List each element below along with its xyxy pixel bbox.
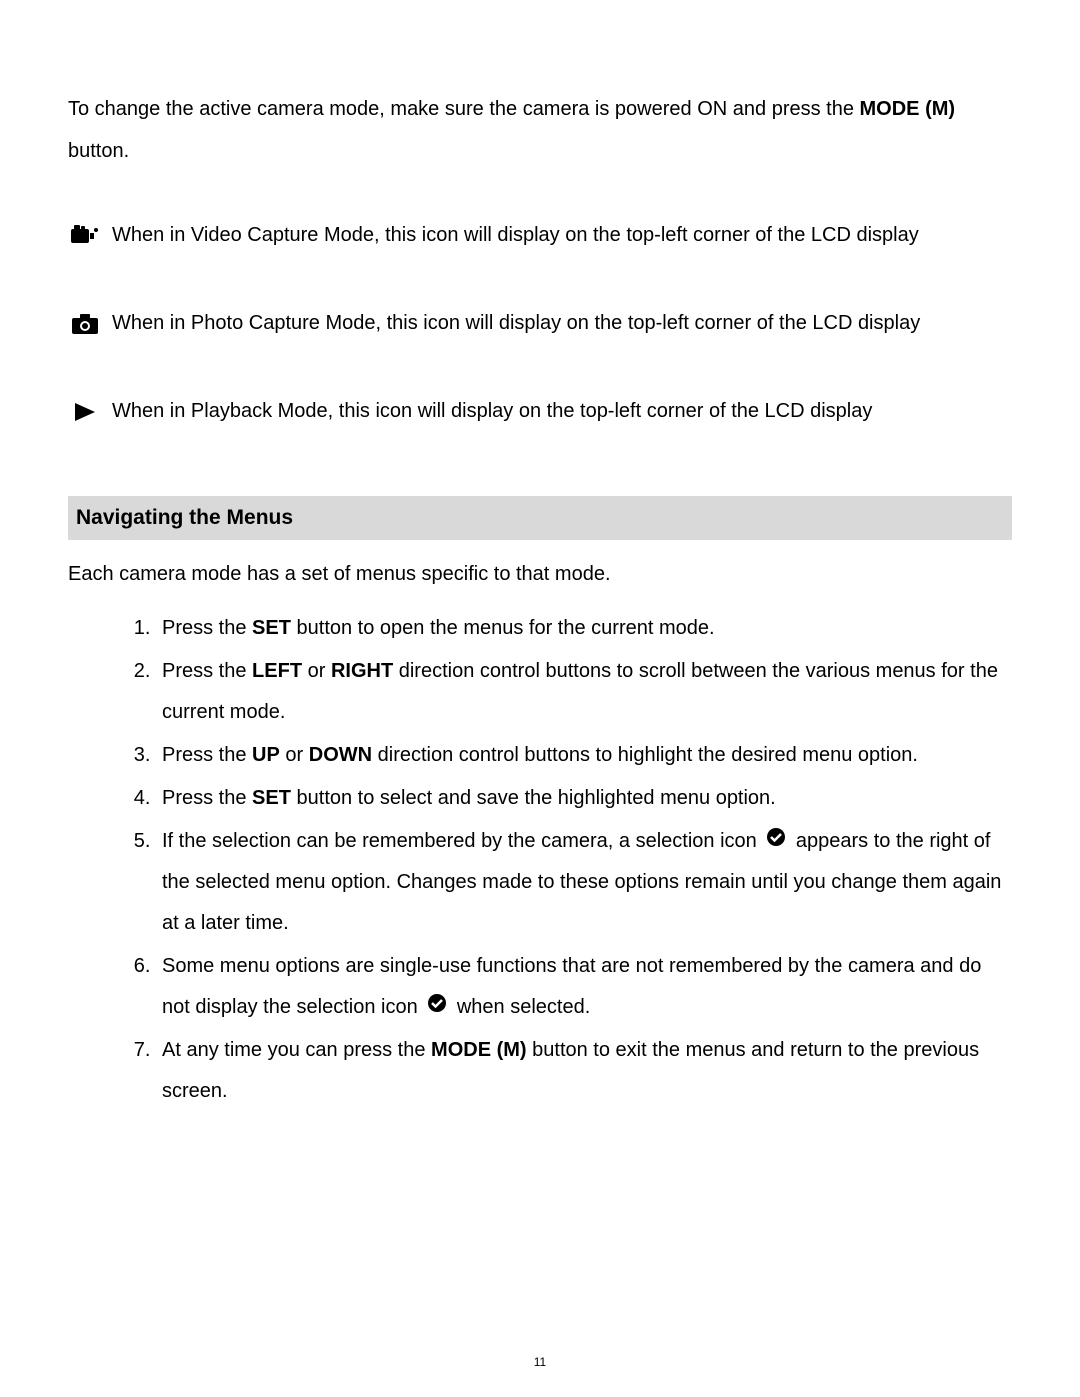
video-mode-line: When in Video Capture Mode, this icon wi…: [68, 220, 1012, 250]
step-text: direction control buttons to highlight t…: [372, 744, 918, 766]
set-button-label: SET: [252, 787, 291, 809]
step-text: or: [302, 660, 331, 682]
step-3: Press the UP or DOWN direction control b…: [156, 735, 1012, 776]
intro-text-suffix: button.: [68, 140, 129, 162]
step-text: If the selection can be remembered by th…: [162, 830, 762, 852]
left-button-label: LEFT: [252, 660, 302, 682]
step-1: Press the SET button to open the menus f…: [156, 608, 1012, 649]
mode-button-label: MODE (M): [431, 1039, 527, 1061]
photo-camera-icon: [68, 310, 102, 338]
down-button-label: DOWN: [309, 744, 372, 766]
page-number: 11: [0, 1355, 1080, 1369]
mode-button-label: MODE (M): [860, 98, 956, 120]
intro-paragraph: To change the active camera mode, make s…: [68, 88, 1012, 172]
playback-mode-line: When in Playback Mode, this icon will di…: [68, 396, 1012, 426]
intro-text-prefix: To change the active camera mode, make s…: [68, 98, 860, 120]
photo-mode-text: When in Photo Capture Mode, this icon wi…: [112, 308, 920, 338]
check-circle-icon: [427, 987, 447, 1028]
step-text: Press the: [162, 787, 252, 809]
step-text: Press the: [162, 617, 252, 639]
steps-list: Press the SET button to open the menus f…: [68, 608, 1012, 1112]
step-5: If the selection can be remembered by th…: [156, 821, 1012, 944]
section-intro: Each camera mode has a set of menus spec…: [68, 558, 1012, 590]
play-icon: [68, 398, 102, 426]
step-2: Press the LEFT or RIGHT direction contro…: [156, 651, 1012, 733]
step-6: Some menu options are single-use functio…: [156, 946, 1012, 1028]
video-mode-text: When in Video Capture Mode, this icon wi…: [112, 220, 919, 250]
check-circle-icon: [766, 821, 786, 862]
step-text: Press the: [162, 660, 252, 682]
step-text: button to select and save the highlighte…: [291, 787, 776, 809]
right-button-label: RIGHT: [331, 660, 393, 682]
step-text: Press the: [162, 744, 252, 766]
step-text: At any time you can press the: [162, 1039, 431, 1061]
step-text: when selected.: [451, 996, 590, 1018]
section-header: Navigating the Menus: [68, 496, 1012, 540]
up-button-label: UP: [252, 744, 280, 766]
playback-mode-text: When in Playback Mode, this icon will di…: [112, 396, 872, 426]
step-7: At any time you can press the MODE (M) b…: [156, 1030, 1012, 1112]
photo-mode-line: When in Photo Capture Mode, this icon wi…: [68, 308, 1012, 338]
step-text: button to open the menus for the current…: [291, 617, 715, 639]
step-text: or: [280, 744, 309, 766]
set-button-label: SET: [252, 617, 291, 639]
step-4: Press the SET button to select and save …: [156, 778, 1012, 819]
video-camera-icon: [68, 222, 102, 250]
